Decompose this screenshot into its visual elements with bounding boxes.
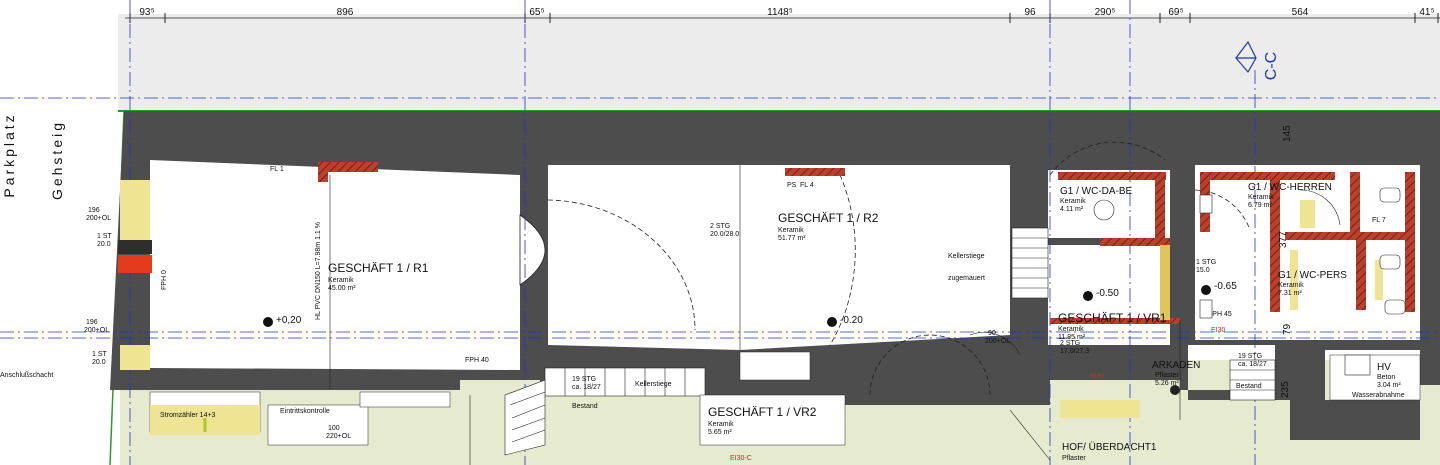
bestand-label: Bestand — [572, 403, 598, 410]
step-label: 1 STG — [1196, 259, 1216, 266]
room-area: 5.26 m² — [1155, 380, 1179, 387]
step-label: 1 ST — [92, 351, 108, 358]
dim-235: 235 — [1280, 381, 1291, 398]
sidewalk-area — [118, 14, 1440, 110]
bestand-label: Bestand — [1236, 383, 1262, 390]
fph0-label: FPH 0 — [161, 270, 168, 290]
room-name: HV — [1377, 362, 1391, 373]
ps-label: PS — [787, 182, 797, 189]
room-area: 6.79 m² — [1248, 202, 1272, 209]
stairs-dims: ca. 18/27 — [572, 384, 601, 391]
opening-width: 196 — [86, 319, 98, 326]
fire-rating: EI30 — [1211, 327, 1226, 334]
opening-height: 200+OL — [985, 338, 1010, 345]
stairs-label: 2 STG — [710, 223, 730, 230]
room-floor: Keramik — [778, 227, 804, 234]
room-floor: Pflaster — [1155, 372, 1179, 379]
room-area: 51.77 m² — [778, 235, 806, 242]
opening-width: 196 — [88, 207, 100, 214]
room-r2: GESCHÄFT 1 / R2 Keramik 51.77 m² -0.20 — [778, 211, 879, 326]
kellerstiege-label: Kellerstiege — [948, 253, 985, 260]
room-area: 4.11 m² — [1060, 206, 1084, 213]
dim-79: 79 — [1282, 323, 1293, 335]
anschluss-label: Anschlußschacht — [0, 372, 53, 379]
fl1-label: FL 1 — [270, 166, 284, 173]
room-name: GESCHÄFT 1 / VR1 — [1058, 311, 1167, 325]
room-name: GESCHÄFT 1 / R2 — [778, 211, 879, 225]
dim-label: 96 — [1024, 7, 1036, 18]
stairs-keller-r2 — [1011, 227, 1049, 299]
fire-rating: EI30 — [1090, 373, 1105, 380]
room-name: ARKADEN — [1152, 360, 1200, 371]
room-floor: Keramik — [1278, 282, 1304, 289]
room-area: 3.04 m² — [1377, 382, 1401, 389]
stairs-dims: ca. 18/27 — [1238, 361, 1267, 368]
fph40-label: FPH 40 — [465, 357, 489, 364]
wasser-label: Wasserabnahme — [1352, 392, 1405, 399]
room-vr1: GESCHÄFT 1 / VR1 Keramik 11.85 m² -0.50 — [1058, 288, 1167, 341]
opening-width: 90 — [988, 330, 996, 337]
fl4-label: FL 4 — [800, 182, 814, 189]
room-wc-herren: G1 / WC-HERREN Keramik 6.79 m² — [1248, 182, 1332, 209]
dim-label: 69⁵ — [1168, 7, 1183, 18]
opening-height: 200+OL — [86, 215, 111, 222]
level-label: -0.20 — [840, 315, 863, 326]
dim-377: 377 — [1278, 231, 1289, 248]
stairs-dims: 20.0/28.0 — [710, 231, 739, 238]
zugemauert-label: zugemauert — [948, 275, 985, 282]
dim-label: 896 — [337, 7, 354, 18]
dim-label: 65⁵ — [529, 7, 544, 18]
section-label: C-C — [1263, 52, 1280, 80]
step-value: 20.0 — [97, 241, 111, 248]
step-label: 1 ST — [97, 233, 113, 240]
opening-width: 100 — [328, 425, 340, 432]
room-area: 45.00 m² — [328, 285, 356, 292]
floor-plan: 93⁵ 896 65⁵ 1148⁵ 96 290⁵ 69⁵ 564 41⁵ C-… — [0, 0, 1440, 465]
dim-label: 1148⁵ — [767, 7, 793, 18]
stromzaehler-label: Stromzähler 14+3 — [160, 412, 216, 419]
stairs-label: 19 STG — [1238, 353, 1262, 360]
room-area: 5.65 m² — [708, 429, 732, 436]
street-name: Parkplatz — [1, 112, 17, 197]
room-name: G1 / WC-DA-BE — [1060, 186, 1133, 197]
room-floor: Keramik — [708, 421, 734, 428]
room-name: G1 / WC-HERREN — [1248, 182, 1332, 193]
room-floor: Keramik — [1058, 326, 1084, 333]
room-r1: GESCHÄFT 1 / R1 Keramik 45.00 m² +0,20 — [276, 261, 429, 326]
fl7-label: FL 7 — [1372, 217, 1386, 224]
pipe-label: HL PVC DN150 L=7.98m 1.1 % — [315, 222, 322, 320]
dim-label: 290⁵ — [1095, 7, 1116, 18]
room-floor: Keramik — [328, 277, 354, 284]
hatched-walls — [118, 162, 1415, 324]
level-label: -0.50 — [1096, 288, 1119, 299]
stairs-label: 19 STG — [572, 376, 596, 383]
opening-height: 220+OL — [326, 433, 351, 440]
dim-label: 41⁵ — [1419, 7, 1434, 18]
step-label: 2 STG — [1060, 340, 1080, 347]
room-name: HOF/ ÜBERDACHT1 — [1062, 441, 1157, 453]
kellerstiege-vr2-label: Kellerstiege — [635, 381, 672, 388]
opening-height: 200+OL — [84, 327, 109, 334]
room-floor: Keramik — [1248, 194, 1274, 201]
level-label: +0,20 — [276, 315, 302, 326]
room-area: 7.31 m² — [1278, 290, 1302, 297]
step-value: 20.0 — [92, 359, 106, 366]
eintritt-label: Eintrittskontrolle — [280, 408, 330, 415]
dim-145: 145 — [1282, 125, 1293, 142]
sidewalk-name: Gehsteig — [49, 120, 65, 200]
step-value: 17.0/27.3 — [1060, 348, 1089, 355]
room-name: G1 / WC-PERS — [1278, 270, 1347, 281]
level-label: -0.65 — [1214, 281, 1237, 292]
room-name: GESCHÄFT 1 / R1 — [328, 261, 429, 275]
fire-rating: EI30-C — [730, 455, 752, 462]
room-floor: Keramik — [1060, 198, 1086, 205]
room-floor: Beton — [1377, 374, 1395, 381]
step-value: 15.0 — [1196, 267, 1210, 274]
dim-label: 93⁵ — [139, 7, 154, 18]
room-wc-pers: G1 / WC-PERS Keramik 7.31 m² -0.65 — [1214, 270, 1347, 297]
room-floor: Pflaster — [1062, 455, 1086, 462]
dim-label: 564 — [1292, 7, 1309, 18]
room-name: GESCHÄFT 1 / VR2 — [708, 405, 817, 419]
